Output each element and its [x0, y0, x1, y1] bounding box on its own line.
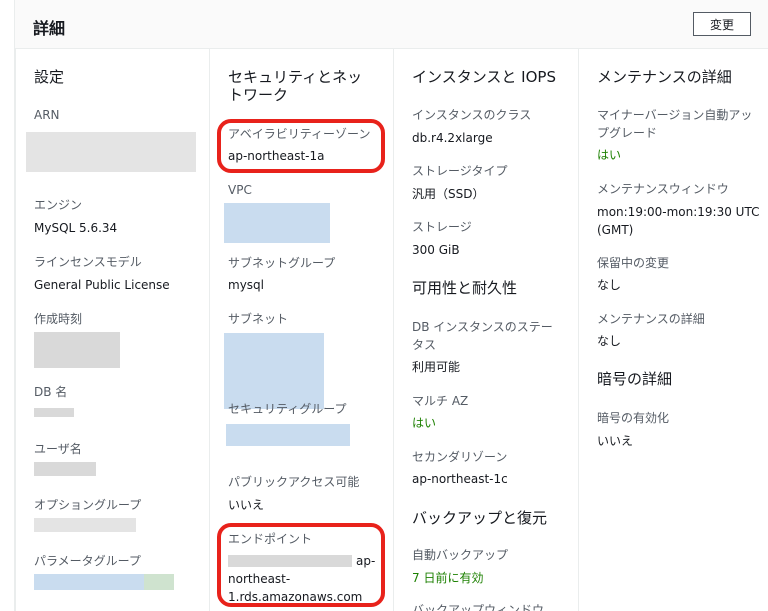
- storage-label: ストレージ: [412, 220, 472, 234]
- minor-upgrade-label-line2: プグレード: [597, 126, 658, 140]
- maintenance-window-value-line2: (GMT): [597, 223, 634, 237]
- subnet-group-value: mysql: [228, 278, 264, 292]
- security-group-redacted: [226, 424, 350, 446]
- arn-value-redacted: [26, 132, 196, 172]
- instance-class-label: インスタンスのクラス: [412, 108, 532, 122]
- encryption-enabled-value: いいえ: [597, 434, 634, 448]
- security-group-label: セキュリティグループ: [228, 402, 347, 416]
- security-network-column: セキュリティとネッ トワーク アベイラビリティーゾーン ap-northeast…: [209, 48, 394, 611]
- panel-title: 詳細: [33, 19, 66, 38]
- maintenance-column: メンテナンスの詳細 マイナーバージョン自動アッ プグレード はい メンテナンスウ…: [578, 48, 768, 611]
- security-network-heading-line1: セキュリティとネッ: [228, 68, 363, 86]
- created-time-label: 作成時刻: [34, 312, 83, 326]
- settings-column: 設定 ARN エンジン MySQL 5.6.34 ラインセンスモデル Gener…: [15, 48, 210, 611]
- endpoint-label: エンドポイント: [228, 532, 313, 546]
- storage-value: 300 GiB: [412, 243, 460, 257]
- parameter-group-redacted: [34, 574, 144, 590]
- username-redacted: [34, 462, 96, 476]
- instance-status-label-line1: DB インスタンスのステー: [412, 320, 553, 334]
- minor-upgrade-label-line1: マイナーバージョン自動アッ: [597, 108, 753, 122]
- details-panel: 詳細 変更 設定 ARN エンジン MySQL 5.6.34 ラインセンスモデル…: [14, 0, 768, 611]
- secondary-zone-value: ap-northeast-1c: [412, 472, 508, 486]
- license-label: ラインセンスモデル: [34, 255, 142, 269]
- instance-iops-column: インスタンスと IOPS インスタンスのクラス db.r4.2xlarge スト…: [393, 48, 579, 611]
- arn-label: ARN: [34, 108, 60, 122]
- encryption-enabled-label: 暗号の有効化: [597, 411, 670, 425]
- vpc-label: VPC: [228, 183, 252, 197]
- availability-durability-heading: 可用性と耐久性: [412, 279, 518, 297]
- username-label: ユーザ名: [34, 442, 82, 456]
- secondary-zone-label: セカンダリゾーン: [412, 450, 508, 464]
- multi-az-value: はい: [412, 416, 437, 430]
- instance-status-value: 利用可能: [412, 360, 461, 374]
- auto-backup-label: 自動バックアップ: [412, 548, 509, 562]
- maintenance-heading: メンテナンスの詳細: [597, 68, 732, 86]
- endpoint-value-line1: ap-: [356, 554, 376, 568]
- pending-changes-value: なし: [597, 278, 622, 292]
- vpc-value-redacted: [224, 203, 330, 243]
- created-time-redacted: [34, 332, 120, 368]
- minor-upgrade-value: はい: [597, 148, 622, 162]
- instance-status-label-line2: タス: [412, 338, 437, 352]
- parameter-group-label: パラメータグループ: [34, 554, 141, 568]
- license-value: General Public License: [34, 278, 170, 292]
- engine-value: MySQL 5.6.34: [34, 221, 118, 235]
- endpoint-value-line3: 1.rds.amazonaws.com: [228, 590, 363, 604]
- storage-type-label: ストレージタイプ: [412, 164, 508, 178]
- availability-zone-label: アベイラビリティーゾーン: [228, 127, 371, 141]
- security-network-heading-line2: トワーク: [228, 86, 289, 104]
- engine-label: エンジン: [34, 198, 83, 212]
- endpoint-value-line2: northeast-: [228, 572, 291, 586]
- maintenance-window-label: メンテナンスウィンドウ: [597, 182, 729, 196]
- panel-header: 詳細 変更: [15, 0, 768, 49]
- maintenance-window-value-line1: mon:19:00-mon:19:30 UTC: [597, 205, 760, 219]
- backup-restore-heading: バックアップと復元: [412, 509, 548, 527]
- settings-heading: 設定: [34, 68, 65, 86]
- db-name-redacted: [34, 408, 74, 417]
- multi-az-label: マルチ AZ: [412, 394, 469, 408]
- option-group-redacted: [34, 518, 136, 532]
- subnet-label: サブネット: [228, 312, 289, 326]
- parameter-group-redacted-2: [144, 574, 174, 590]
- public-access-label: パブリックアクセス可能: [228, 475, 360, 489]
- availability-zone-value: ap-northeast-1a: [228, 149, 325, 163]
- maintenance-details-value: なし: [597, 334, 622, 348]
- endpoint-host-redacted: [228, 555, 352, 567]
- pending-changes-label: 保留中の変更: [597, 256, 670, 270]
- public-access-value: いいえ: [228, 498, 265, 512]
- edit-button[interactable]: 変更: [693, 12, 751, 36]
- subnet-group-label: サブネットグループ: [228, 256, 336, 270]
- storage-type-value: 汎用（SSD）: [412, 187, 485, 201]
- maintenance-details-label: メンテナンスの詳細: [597, 312, 705, 326]
- encryption-heading: 暗号の詳細: [597, 370, 673, 388]
- instance-class-value: db.r4.2xlarge: [412, 131, 493, 145]
- db-name-label: DB 名: [34, 385, 68, 399]
- auto-backup-value: 7 日前に有効: [412, 571, 484, 585]
- subnet-value-redacted: [224, 333, 324, 409]
- backup-window-label: バックアップウィンドウ: [412, 603, 545, 611]
- instance-iops-heading: インスタンスと IOPS: [412, 68, 556, 86]
- option-group-label: オプショングループ: [34, 498, 142, 512]
